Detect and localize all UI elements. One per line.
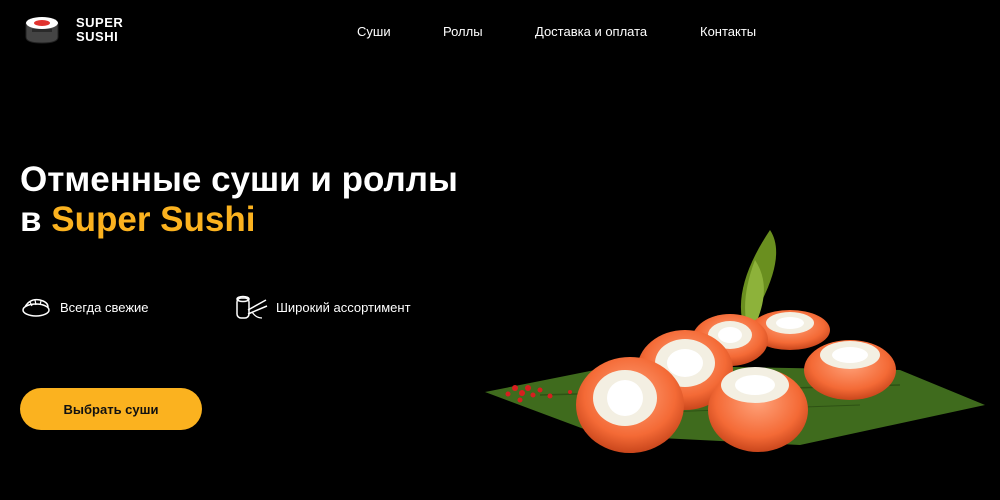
nav-item-sushi[interactable]: Суши	[357, 24, 391, 39]
feature-assortment-label: Широкий ассортимент	[276, 299, 411, 315]
main-nav: Суши Роллы Доставка и оплата Контакты	[0, 24, 1000, 40]
hero-title-prefix: в	[20, 200, 52, 239]
hero-title: Отменные суши и роллы в Super Sushi	[20, 160, 458, 240]
sushi-icon	[22, 298, 50, 317]
hero-title-accent: Super Sushi	[51, 200, 256, 239]
feature-fresh-label: Всегда свежие	[60, 299, 149, 315]
nav-item-delivery[interactable]: Доставка и оплата	[535, 24, 647, 39]
rolls-chopsticks-icon	[236, 295, 268, 319]
nav-item-rolls[interactable]: Роллы	[443, 24, 483, 39]
hero-title-line1: Отменные суши и роллы	[20, 160, 458, 199]
feature-assortment: Широкий ассортимент	[234, 292, 411, 322]
nav-item-contacts[interactable]: Контакты	[700, 24, 756, 39]
feature-fresh: Всегда свежие	[20, 296, 149, 318]
choose-sushi-button[interactable]: Выбрать суши	[20, 388, 202, 430]
sushi-rolls-image	[485, 230, 985, 453]
